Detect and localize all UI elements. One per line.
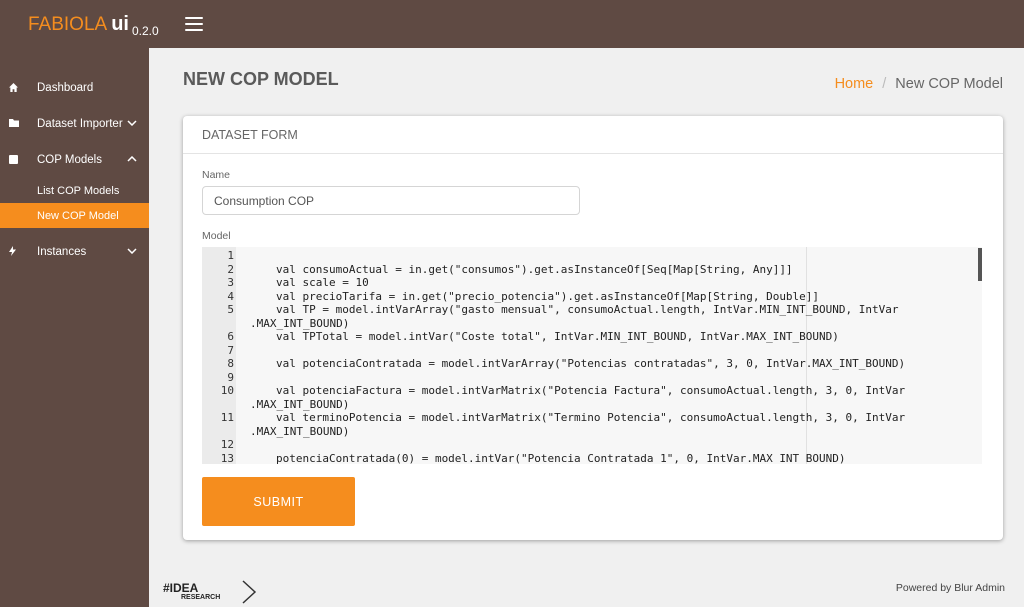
sidebar-subitem-list-cop-models[interactable]: List COP Models <box>0 178 149 203</box>
line-number: 7 <box>227 343 234 357</box>
code-text: val TP = model.intVarArray("gasto mensua… <box>276 303 899 316</box>
code-line: 6 val TPTotal = model.intVar("Coste total… <box>202 330 982 344</box>
sidebar-subitem-label: List COP Models <box>37 184 120 197</box>
home-icon <box>0 82 37 94</box>
code-line: 5 val TP = model.intVarArray("gasto mensu… <box>202 303 982 317</box>
code-text: val potenciaContratada = model.intVarArr… <box>276 357 906 370</box>
name-input[interactable] <box>202 186 580 215</box>
code-text: potenciaContratada(0) = model.intVar("Po… <box>276 451 846 465</box>
line-number: 9 <box>227 370 234 384</box>
name-label: Name <box>202 169 231 181</box>
model-code-editor[interactable]: 1 2 val consumoActual = in.get("consumos")… <box>202 247 982 464</box>
powered-by-text: Powered by Blur Admin <box>895 582 1005 594</box>
line-number: 13 <box>220 451 234 465</box>
sidebar-item-dataset-importer[interactable]: Dataset Importer <box>0 106 149 142</box>
line-number: 4 <box>227 289 234 303</box>
sidebar-item-instances[interactable]: Instances <box>0 234 149 270</box>
breadcrumb-separator: / <box>882 76 887 92</box>
code-text: val terminoPotencia = model.intVarMatrix… <box>276 411 906 424</box>
folder-icon <box>0 119 37 129</box>
sidebar: Dashboard Dataset Importer COP Models Li… <box>0 48 149 607</box>
code-line: .MAX_INT_BOUND) <box>202 425 982 439</box>
code-text: val consumoActual = in.get("consumos").g… <box>276 262 793 276</box>
code-line: 8 val potenciaContratada = model.intVarAr… <box>202 357 982 371</box>
sidebar-item-label: Instances <box>37 246 87 258</box>
editor-scrollbar[interactable] <box>978 248 982 281</box>
line-number: 1 <box>227 249 234 262</box>
breadcrumb: Home / New COP Model <box>835 76 1003 92</box>
line-number <box>202 317 234 331</box>
line-number: 12 <box>220 438 234 451</box>
dataset-form-card: DATASET FORM Name Model 12 val consumoAct… <box>183 116 1003 540</box>
line-number: 6 <box>227 330 234 343</box>
code-lines: 1 2 val consumoActual = in.get("consumos")… <box>202 249 982 464</box>
sidebar-item-cop-models[interactable]: COP Models <box>0 142 149 178</box>
code-line: 9 <box>202 371 982 385</box>
submit-button[interactable]: SUBMIT <box>202 477 355 526</box>
line-number <box>202 398 234 412</box>
code-text: .MAX_INT_BOUND) <box>250 424 350 438</box>
line-number: 8 <box>227 357 234 370</box>
line-number: 5 <box>227 303 234 316</box>
menu-toggle-icon[interactable] <box>185 17 203 31</box>
page-title: NEW COP MODEL <box>183 69 339 89</box>
sidebar-item-label: Dashboard <box>37 82 94 94</box>
chevron-down-icon[interactable] <box>127 118 137 129</box>
code-text: val precioTarifa = in.get("precio_potenc… <box>276 289 820 303</box>
code-line: .MAX_INT_BOUND) <box>202 317 982 331</box>
brand-version: 0.2.0 <box>131 23 159 38</box>
line-number: 3 <box>227 276 234 289</box>
code-line: .MAX_INT_BOUND) <box>202 398 982 412</box>
model-label: Model <box>202 230 231 242</box>
code-line: 7 <box>202 344 982 358</box>
line-number: 2 <box>227 262 234 276</box>
code-text: val TPTotal = model.intVar("Coste total"… <box>276 330 839 343</box>
code-line: 12 <box>202 438 982 452</box>
code-line: 2 val consumoActual = in.get("consumos").… <box>202 263 982 277</box>
line-number <box>202 425 234 439</box>
sidebar-item-label: Dataset Importer <box>37 118 123 130</box>
breadcrumb-current: New COP Model <box>895 76 1003 92</box>
logo-chevron-icon <box>242 580 257 604</box>
code-line: 1 <box>202 249 982 263</box>
chevron-down-icon[interactable] <box>127 246 137 257</box>
idea-research-logo: #IDEA RESEARCH <box>163 580 257 604</box>
brand-name: FABIOLA <box>28 13 108 35</box>
sidebar-item-dashboard[interactable]: Dashboard <box>0 70 149 106</box>
sidebar-subitem-label: New COP Model <box>37 209 119 222</box>
code-text: .MAX_INT_BOUND) <box>250 397 350 411</box>
chevron-up-icon[interactable] <box>127 154 137 165</box>
code-text: val scale = 10 <box>276 276 369 289</box>
code-line: 11 val terminoPotencia = model.intVarMatr… <box>202 411 982 425</box>
sidebar-subitem-new-cop-model[interactable]: New COP Model <box>0 203 149 228</box>
square-icon <box>0 154 37 166</box>
line-number: 11 <box>220 411 234 424</box>
logo-sub-text: RESEARCH <box>181 594 221 601</box>
breadcrumb-home-link[interactable]: Home <box>835 76 874 92</box>
line-number: 10 <box>220 384 234 397</box>
code-line: 3 val scale = 10 <box>202 276 982 290</box>
sidebar-item-label: COP Models <box>37 154 102 166</box>
code-text: .MAX_INT_BOUND) <box>250 316 350 330</box>
bolt-icon <box>0 246 37 258</box>
brand-logo[interactable]: FABIOLA ui 0.2.0 <box>0 12 159 38</box>
top-bar: FABIOLA ui 0.2.0 <box>0 0 1024 48</box>
code-line: 4 val precioTarifa = in.get("precio_poten… <box>202 290 982 304</box>
code-line: 13 potenciaContratada(0) = model.intVar("… <box>202 452 982 465</box>
code-text: val potenciaFactura = model.intVarMatrix… <box>276 384 906 397</box>
brand-ui-label: ui <box>111 12 129 35</box>
code-line: 10 val potenciaFactura = model.intVarMatr… <box>202 384 982 398</box>
card-title: DATASET FORM <box>183 116 1003 154</box>
